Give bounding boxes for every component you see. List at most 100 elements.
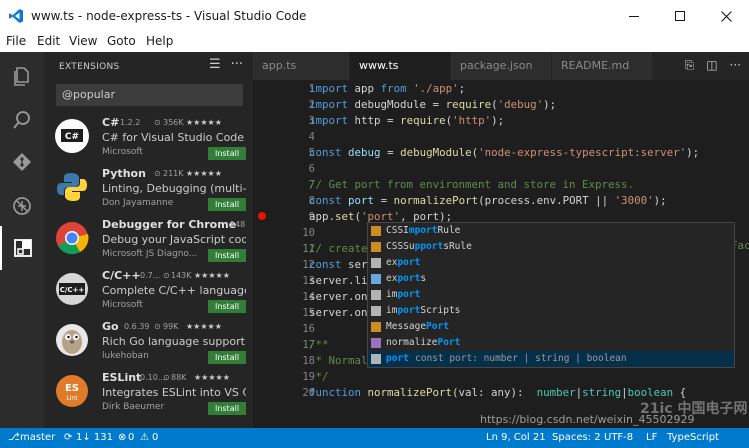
extension-downloads: 148 — [230, 220, 246, 229]
suggestion-text-match: mport — [408, 225, 438, 236]
language-mode[interactable]: TypeScript — [667, 432, 719, 443]
extension-item-cpp[interactable]: C/C++ C/C++ 0.7... ⊙ 143K ★★★★★ Complete… — [44, 267, 253, 318]
search-button[interactable] — [0, 98, 44, 142]
line-number: 8 — [308, 195, 315, 207]
tab-app-ts[interactable]: app.ts — [253, 52, 349, 80]
code-token: ser — [348, 258, 368, 271]
suggestion-text-match: Port — [437, 337, 461, 348]
menu-help[interactable]: Help — [146, 34, 173, 48]
suggestion-text-match: port — [397, 305, 421, 316]
code-token: (process.env.PORT || — [478, 194, 609, 207]
extension-search-input[interactable]: @popular — [56, 84, 243, 106]
extension-version: 0.6.39 — [124, 322, 150, 331]
line-number: 18 — [302, 355, 315, 367]
svg-text:C/C++: C/C++ — [60, 286, 85, 294]
debug-icon — [13, 197, 31, 215]
line-ending[interactable]: LF — [646, 432, 657, 443]
suggestion-text-match: pport — [414, 241, 444, 252]
menu-view[interactable]: View — [69, 34, 97, 48]
more-actions-icon[interactable]: ··· — [730, 58, 741, 73]
source-control-button[interactable] — [0, 140, 44, 184]
cursor-position[interactable]: Ln 9, Col 21 — [486, 432, 546, 443]
indentation[interactable]: Spaces: 2 — [552, 432, 601, 443]
suggestion-item[interactable]: importScripts — [368, 303, 734, 319]
breakpoint-icon[interactable] — [258, 212, 266, 220]
extension-publisher: Microsoft — [102, 300, 143, 310]
git-icon — [13, 153, 31, 171]
code-token: normalizePort — [393, 194, 479, 207]
install-button[interactable]: Install — [208, 402, 246, 415]
extensions-sidebar: EXTENSIONS ☰ ··· @popular C# C# 1.2.2 ⊙ … — [44, 52, 253, 428]
line-number: 4 — [308, 131, 315, 143]
suggestion-item[interactable]: port const port: number | string | boolea… — [368, 351, 734, 367]
suggestion-item[interactable]: exports — [368, 271, 734, 287]
code-editor[interactable]: 1 2 3 4 5 6 7 8 9 10 11 12 13 14 15 16 17 18 19 20 import a… — [253, 80, 749, 428]
extensions-icon — [14, 239, 32, 257]
extension-item-chrome-debugger[interactable]: Debugger for Chrome 148 Debug your JavaS… — [44, 216, 253, 267]
code-line: server.on — [309, 305, 368, 321]
code-line: function normalizePort(val: any): number… — [309, 385, 686, 401]
install-button[interactable]: Install — [208, 147, 246, 160]
suggestion-item[interactable]: normalizePort — [368, 335, 734, 351]
keyword-icon — [371, 290, 381, 300]
sync-status[interactable]: 1↓ 131 — [76, 432, 113, 443]
vscode-logo-icon — [9, 9, 23, 23]
install-button[interactable]: Install — [208, 198, 246, 211]
extension-item-go[interactable]: Go 0.6.39 ⊙ 99K ★★★★★ Rich Go language s… — [44, 318, 253, 369]
install-button[interactable]: Install — [208, 249, 246, 262]
code-token: = — [387, 146, 394, 159]
encoding[interactable]: UTF-8 — [604, 432, 633, 443]
open-changes-icon[interactable]: ⎘ — [685, 58, 695, 73]
menu-goto[interactable]: Goto — [107, 34, 136, 48]
suggestion-item[interactable]: CSSSupportsRule — [368, 239, 734, 255]
menu-edit[interactable]: Edit — [37, 34, 60, 48]
warning-count[interactable]: 0 — [152, 432, 158, 443]
extension-name: C# — [102, 116, 120, 129]
error-count[interactable]: 0 — [128, 432, 134, 443]
download-icon: ⊙ — [154, 169, 161, 178]
line-number: 1 — [308, 83, 315, 95]
class-icon — [371, 226, 381, 236]
code-line: import app from './app'; — [309, 81, 465, 97]
suggestion-item[interactable]: MessagePort — [368, 319, 734, 335]
install-button[interactable]: Install — [208, 351, 246, 364]
code-line: import http = require('http'); — [309, 113, 504, 129]
more-actions-icon[interactable]: ··· — [231, 57, 243, 72]
line-number: 2 — [308, 99, 315, 111]
chrome-logo-icon — [56, 222, 89, 255]
explorer-button[interactable] — [0, 54, 44, 98]
suggestion-item[interactable]: export — [368, 255, 734, 271]
code-token: app — [354, 82, 375, 95]
split-editor-icon[interactable]: ◫ — [706, 58, 717, 73]
tab-package-json[interactable]: package.json — [451, 52, 551, 80]
sync-icon: ⟳ — [64, 432, 73, 443]
suggestion-item[interactable]: import — [368, 287, 734, 303]
extension-rating: ★★★★★ — [186, 169, 222, 178]
suggest-widget[interactable]: CSSImportRule CSSSupportsRule export export… — [367, 222, 735, 368]
code-token: debug — [348, 146, 381, 159]
tab-www-ts[interactable]: www.ts — [350, 52, 450, 80]
menu-file[interactable]: File — [6, 34, 26, 48]
install-button[interactable]: Install — [208, 300, 246, 313]
maximize-button[interactable] — [657, 0, 703, 32]
extension-item-python[interactable]: Python ⊙ 211K ★★★★★ Linting, Debugging (… — [44, 165, 253, 216]
code-line: * Normal — [309, 353, 368, 369]
extension-rating: ★★★★★ — [194, 373, 230, 382]
extension-name: C/C++ — [102, 269, 141, 282]
extension-version: 1.2.2 — [120, 118, 141, 127]
git-branch[interactable]: master — [20, 432, 55, 443]
extensions-button[interactable] — [0, 226, 44, 270]
clear-extensions-icon[interactable]: ☰ — [209, 57, 221, 72]
debug-button[interactable] — [0, 184, 44, 228]
suggestion-item[interactable]: CSSImportRule — [368, 223, 734, 239]
close-button[interactable] — [703, 0, 749, 32]
minimize-button[interactable] — [611, 0, 657, 32]
extension-publisher: Dirk Baeumer — [102, 402, 165, 412]
extension-item-eslint[interactable]: ES Lint ESLint 0.10.... ⊙ 88K ★★★★★ Integ… — [44, 369, 253, 420]
extension-item-csharp[interactable]: C# C# 1.2.2 ⊙ 356K ★★★★★ C# for Visual S… — [44, 114, 253, 165]
code-token: server.on — [309, 306, 368, 319]
extension-downloads: 99K — [163, 322, 179, 331]
sidebar-title: EXTENSIONS — [59, 62, 120, 72]
code-token: 'node-express-typescript:server' — [478, 146, 687, 159]
tab-readme-md[interactable]: README.md — [552, 52, 652, 80]
